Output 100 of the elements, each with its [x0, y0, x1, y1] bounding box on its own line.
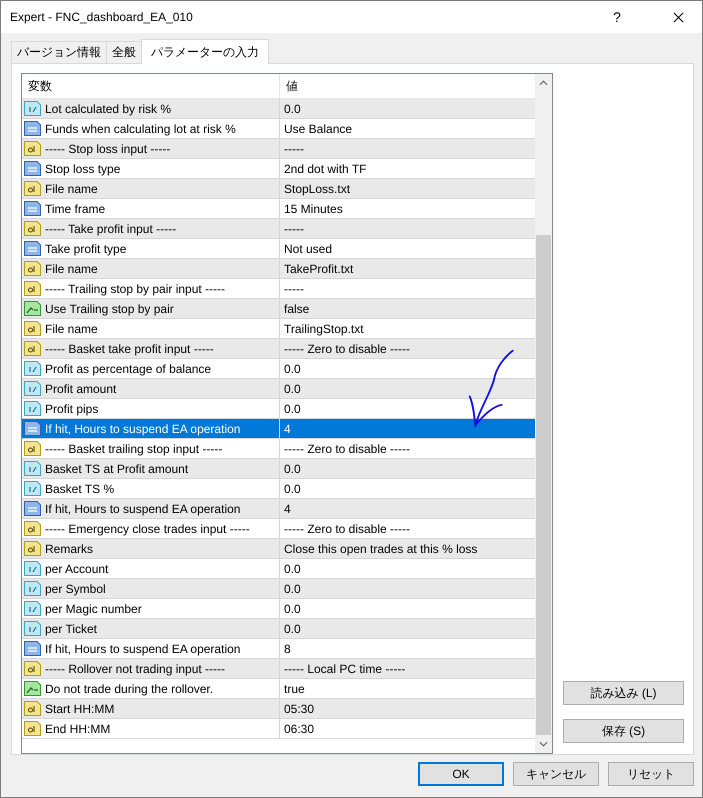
table-row[interactable]: Start HH:MM 05:30	[22, 699, 535, 719]
parameter-name: Start HH:MM	[45, 702, 114, 716]
table-row[interactable]: Funds when calculating lot at risk % Use Balance	[22, 119, 535, 139]
real-number-icon	[24, 561, 41, 576]
parameter-value: 0.0	[284, 462, 301, 476]
table-row[interactable]: Take profit type Not used	[22, 239, 535, 259]
table-row[interactable]: Basket TS at Profit amount 0.0	[22, 459, 535, 479]
parameter-value: 4	[284, 502, 291, 516]
table-row[interactable]: File name TakeProfit.txt	[22, 259, 535, 279]
table-row[interactable]: ----- Emergency close trades input ----- ----- Zero to disable -----	[22, 519, 535, 539]
dialog-button[interactable]: リセット	[608, 762, 694, 786]
table-row[interactable]: ----- Basket trailing stop input ----- ----- Zero to disable -----	[22, 439, 535, 459]
table-row[interactable]: Profit as percentage of balance 0.0	[22, 359, 535, 379]
help-button[interactable]: ?	[607, 9, 627, 25]
parameter-name: ----- Basket take profit input -----	[45, 342, 214, 356]
scroll-down-icon[interactable]	[539, 741, 548, 747]
parameter-name: Remarks	[45, 542, 94, 556]
real-number-icon	[24, 381, 41, 396]
table-row[interactable]: End HH:MM 06:30	[22, 719, 535, 739]
close-icon[interactable]	[673, 12, 684, 22]
table-row[interactable]: Remarks Close this open trades at this % loss	[22, 539, 535, 559]
text-type-icon	[24, 181, 41, 196]
parameter-value: 8	[284, 642, 291, 656]
parameter-value: true	[284, 682, 305, 696]
parameter-value: ----- Zero to disable -----	[284, 522, 410, 536]
table-row[interactable]: per Magic number 0.0	[22, 599, 535, 619]
parameter-name: Time frame	[45, 202, 106, 216]
column-header[interactable]: 値	[280, 74, 298, 98]
table-row[interactable]: per Symbol 0.0	[22, 579, 535, 599]
dialog-button[interactable]: キャンセル	[513, 762, 599, 786]
text-type-icon	[24, 541, 41, 556]
integer-icon	[24, 201, 41, 216]
text-type-icon	[24, 721, 41, 736]
table-row[interactable]: Profit pips 0.0	[22, 399, 535, 419]
table-row[interactable]: per Account 0.0	[22, 559, 535, 579]
real-number-icon	[24, 481, 41, 496]
table-row[interactable]: Basket TS % 0.0	[22, 479, 535, 499]
real-number-icon	[24, 581, 41, 596]
parameter-value: 0.0	[284, 482, 301, 496]
parameter-value: ----- Local PC time -----	[284, 662, 406, 676]
parameter-value: ----- Zero to disable -----	[284, 442, 410, 456]
text-type-icon	[24, 521, 41, 536]
table-row[interactable]: Time frame 15 Minutes	[22, 199, 535, 219]
parameter-name: ----- Stop loss input -----	[45, 142, 170, 156]
parameter-value: 0.0	[284, 362, 301, 376]
dialog-button[interactable]: OK	[418, 762, 504, 786]
parameter-name: Basket TS %	[45, 482, 114, 496]
parameter-value: false	[284, 302, 310, 316]
table-row[interactable]: Use Trailing stop by pair false	[22, 299, 535, 319]
parameter-value: 06:30	[284, 722, 314, 736]
parameter-value: 0.0	[284, 582, 301, 596]
scroll-thumb[interactable]	[536, 235, 551, 735]
parameter-name: File name	[45, 262, 98, 276]
parameter-name: If hit, Hours to suspend EA operation	[45, 502, 240, 516]
parameter-name: ----- Rollover not trading input -----	[45, 662, 226, 676]
parameter-value: ----- Zero to disable -----	[284, 342, 410, 356]
parameter-name: per Magic number	[45, 602, 142, 616]
table-row[interactable]: ----- Rollover not trading input ----- ----- Local PC time -----	[22, 659, 535, 679]
tab[interactable]: バージョン情報	[11, 41, 107, 63]
scrollbar[interactable]	[535, 74, 552, 753]
table-row[interactable]: If hit, Hours to suspend EA operation 8	[22, 639, 535, 659]
parameter-value: 0.0	[284, 382, 301, 396]
side-button[interactable]: 保存 (S)	[563, 719, 684, 743]
table-row[interactable]: If hit, Hours to suspend EA operation 4	[22, 419, 535, 439]
column-header[interactable]: 変数	[22, 74, 280, 98]
parameter-name: Basket TS at Profit amount	[45, 462, 188, 476]
parameter-name: Stop loss type	[45, 162, 120, 176]
parameter-name: Use Trailing stop by pair	[45, 302, 174, 316]
table-row[interactable]: per Ticket 0.0	[22, 619, 535, 639]
table-row[interactable]: If hit, Hours to suspend EA operation 4	[22, 499, 535, 519]
parameter-name: ----- Basket trailing stop input -----	[45, 442, 222, 456]
table-row[interactable]: File name TrailingStop.txt	[22, 319, 535, 339]
table-row[interactable]: ----- Trailing stop by pair input ----- -----	[22, 279, 535, 299]
tab[interactable]: パラメーターの入力	[141, 39, 269, 64]
integer-icon	[24, 501, 41, 516]
real-number-icon	[24, 461, 41, 476]
table-row[interactable]: ----- Take profit input ----- -----	[22, 219, 535, 239]
table-row[interactable]: File name StopLoss.txt	[22, 179, 535, 199]
window-title: Expert - FNC_dashboard_EA_010	[10, 10, 194, 24]
table-row[interactable]: ----- Basket take profit input ----- ----- Zero to disable -----	[22, 339, 535, 359]
table-row[interactable]: Profit amount 0.0	[22, 379, 535, 399]
parameter-name: Take profit type	[45, 242, 126, 256]
parameter-value: 0.0	[284, 102, 301, 116]
parameter-name: per Ticket	[45, 622, 98, 636]
table-row[interactable]: Stop loss type 2nd dot with TF	[22, 159, 535, 179]
parameter-value: 05:30	[284, 702, 314, 716]
text-type-icon	[24, 701, 41, 716]
text-type-icon	[24, 661, 41, 676]
side-button[interactable]: 読み込み (L)	[563, 681, 684, 705]
table-row[interactable]: Do not trade during the rollover. true	[22, 679, 535, 699]
integer-icon	[24, 421, 41, 436]
table-row[interactable]: ----- Stop loss input ----- -----	[22, 139, 535, 159]
parameter-name: File name	[45, 182, 98, 196]
table-row[interactable]: Lot calculated by risk % 0.0	[22, 99, 535, 119]
real-number-icon	[24, 601, 41, 616]
parameter-value: -----	[284, 222, 304, 236]
parameter-value: StopLoss.txt	[284, 182, 350, 196]
parameter-value: -----	[284, 142, 304, 156]
scroll-up-icon[interactable]	[539, 80, 548, 86]
parameter-value: 4	[284, 422, 291, 436]
